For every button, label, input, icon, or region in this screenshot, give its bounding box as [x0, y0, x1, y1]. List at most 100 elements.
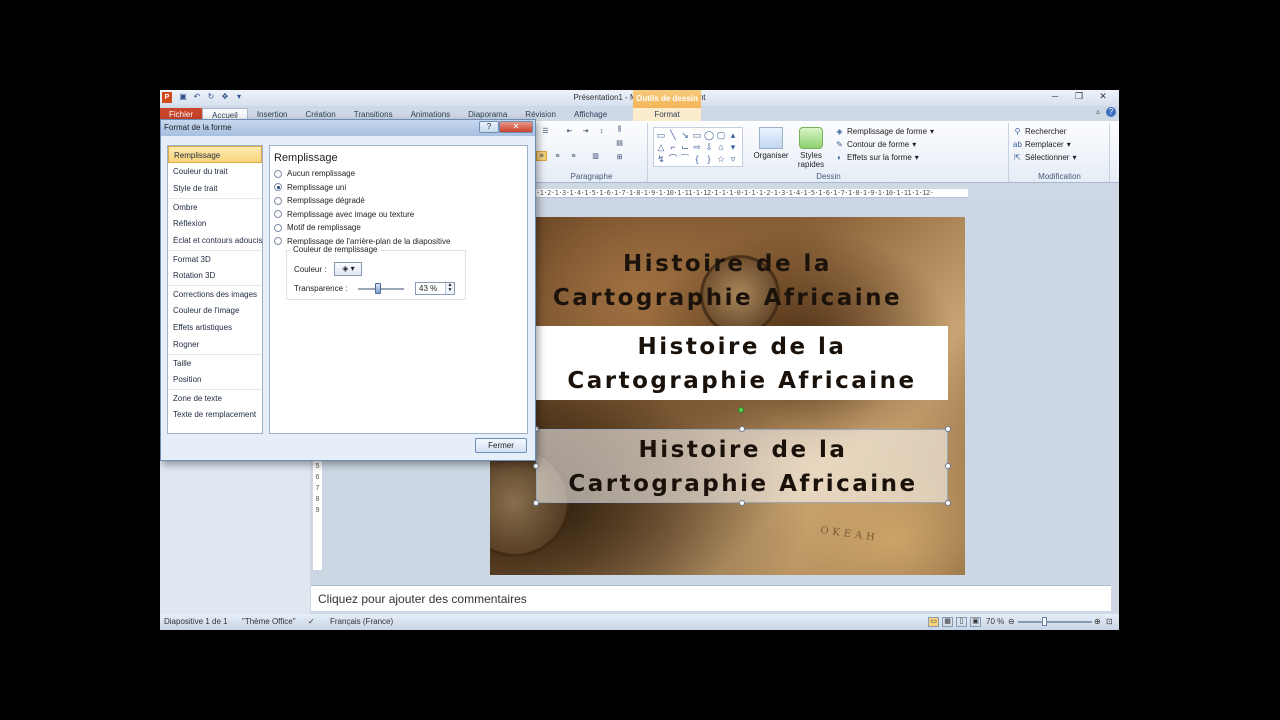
- curved-connector-icon[interactable]: ⌙: [679, 141, 691, 153]
- line-spacing-icon[interactable]: ↕: [596, 126, 607, 136]
- title-box-transparent[interactable]: Histoire de la Cartographie Africaine: [536, 429, 948, 503]
- align-right-icon[interactable]: ≡: [568, 151, 579, 161]
- category-picture-color[interactable]: Couleur de l'image: [168, 302, 262, 319]
- option-picture-fill[interactable]: Remplissage avec image ou texture: [270, 208, 527, 222]
- transparency-spinner[interactable]: ▲ ▼: [445, 283, 454, 294]
- title-background-text[interactable]: Histoire de la Cartographie Africaine: [490, 247, 965, 315]
- option-no-fill[interactable]: Aucun remplissage: [270, 167, 527, 181]
- curve-shape-icon[interactable]: ⌒: [667, 153, 679, 165]
- title-box-white[interactable]: Histoire de la Cartographie Africaine: [536, 326, 948, 400]
- right-arrow-shape-icon[interactable]: ⇨: [691, 141, 703, 153]
- replace-button[interactable]: ab Remplacer ▾: [1013, 140, 1077, 149]
- decrease-indent-icon[interactable]: ⇤: [564, 126, 575, 136]
- callout-shape-icon[interactable]: ⌂: [715, 141, 727, 153]
- zoom-slider[interactable]: [1018, 621, 1092, 623]
- arc-shape-icon[interactable]: ⁀: [679, 153, 691, 165]
- comments-area[interactable]: Cliquez pour ajouter des commentaires: [311, 585, 1111, 611]
- text-direction-icon[interactable]: ⫼: [614, 124, 625, 134]
- category-position[interactable]: Position: [168, 371, 262, 388]
- rectangle-shape-icon[interactable]: ▭: [691, 129, 703, 141]
- gallery-scroll-icon[interactable]: ▾: [727, 141, 739, 153]
- star-shape-icon[interactable]: ☆: [715, 153, 727, 165]
- brace-left-shape-icon[interactable]: {: [691, 153, 703, 165]
- expand-gallery-icon[interactable]: ▿: [727, 153, 739, 165]
- elbow-connector-icon[interactable]: ⌐: [667, 141, 679, 153]
- category-reflection[interactable]: Réflexion: [168, 215, 262, 232]
- resize-handle[interactable]: [533, 500, 539, 506]
- down-arrow-shape-icon[interactable]: ⇩: [703, 141, 715, 153]
- language[interactable]: Français (France): [330, 614, 393, 630]
- transparency-input[interactable]: 43 % ▲ ▼: [415, 282, 455, 295]
- find-button[interactable]: ⚲ Rechercher: [1013, 127, 1077, 136]
- category-size[interactable]: Taille: [168, 354, 262, 371]
- slide-canvas[interactable]: OKEAH Histoire de la Cartographie Africa…: [490, 217, 965, 575]
- maximize-button[interactable]: ❐: [1067, 90, 1091, 104]
- tab-format[interactable]: Format: [633, 108, 701, 121]
- normal-view-button[interactable]: ▭: [928, 617, 939, 627]
- close-dialog-button[interactable]: Fermer: [475, 438, 527, 453]
- vertical-ruler[interactable]: 4 5 6 7 8 9: [313, 450, 322, 570]
- radio-solid-fill[interactable]: [274, 183, 282, 192]
- minimize-button[interactable]: ─: [1043, 90, 1067, 104]
- category-alt-text[interactable]: Texte de remplacement: [168, 406, 262, 423]
- radio-gradient-fill[interactable]: [274, 196, 282, 205]
- dialog-close-button[interactable]: ✕: [499, 121, 533, 133]
- category-picture-corrections[interactable]: Corrections des images: [168, 285, 262, 302]
- slideshow-button[interactable]: ▣: [970, 617, 981, 627]
- option-gradient-fill[interactable]: Remplissage dégradé: [270, 194, 527, 208]
- shape-fill-button[interactable]: ◈ Remplissage de forme ▾: [835, 127, 934, 136]
- category-artistic-effects[interactable]: Effets artistiques: [168, 319, 262, 336]
- smartart-icon[interactable]: ⊞: [614, 152, 625, 162]
- transparency-slider[interactable]: [358, 288, 404, 290]
- option-pattern-fill[interactable]: Motif de remplissage: [270, 221, 527, 235]
- zoom-in-icon[interactable]: ⊕: [1094, 614, 1101, 630]
- category-line-style[interactable]: Style de trait: [168, 180, 262, 197]
- arrow-shape-icon[interactable]: ↘: [679, 129, 691, 141]
- fit-to-window-icon[interactable]: ⊡: [1106, 614, 1113, 630]
- textbox-shape-icon[interactable]: ▭: [655, 129, 667, 141]
- freeform-shape-icon[interactable]: ↯: [655, 153, 667, 165]
- tab-view[interactable]: Affichage: [565, 108, 616, 121]
- transparency-slider-thumb[interactable]: [375, 283, 381, 294]
- close-window-button[interactable]: ✕: [1091, 90, 1115, 104]
- category-text-box[interactable]: Zone de texte: [168, 389, 262, 406]
- theme-name[interactable]: "Thème Office": [242, 614, 296, 630]
- resize-handle[interactable]: [739, 500, 745, 506]
- option-solid-fill[interactable]: Remplissage uni: [270, 181, 527, 195]
- triangle-shape-icon[interactable]: △: [655, 141, 667, 153]
- radio-picture-fill[interactable]: [274, 210, 282, 219]
- arrange-button[interactable]: Organiser: [753, 127, 789, 160]
- horizontal-ruler[interactable]: ·1·2·1·3·1·4·1·5·1·6·1·7·1·8·1·9·1·10·1·…: [536, 189, 968, 198]
- reading-view-button[interactable]: ▯: [956, 617, 967, 627]
- category-line-color[interactable]: Couleur du trait: [168, 163, 262, 180]
- category-crop[interactable]: Rogner: [168, 336, 262, 353]
- dialog-help-button[interactable]: ?: [479, 121, 499, 133]
- spellcheck-icon[interactable]: ✓: [308, 614, 315, 630]
- bullets-icon[interactable]: ☰: [540, 126, 551, 136]
- category-3d-format[interactable]: Format 3D: [168, 250, 262, 267]
- resize-handle[interactable]: [739, 426, 745, 432]
- shapes-gallery[interactable]: ▭ ╲ ↘ ▭ ◯ ▢ ▴ △ ⌐ ⌙ ⇨ ⇩ ⌂ ▾ ↯ ⌒ ⁀ { } ☆: [653, 127, 743, 167]
- category-glow-soft-edges[interactable]: Éclat et contours adoucis: [168, 232, 262, 249]
- color-picker-button[interactable]: ◈ ▾: [334, 262, 363, 276]
- columns-icon[interactable]: ▥: [590, 151, 601, 161]
- align-center-icon[interactable]: ≡: [552, 151, 563, 161]
- minimize-ribbon-icon[interactable]: ▵: [1093, 107, 1103, 117]
- oval-shape-icon[interactable]: ◯: [703, 129, 715, 141]
- increase-indent-icon[interactable]: ⇥: [580, 126, 591, 136]
- align-text-icon[interactable]: ▤: [614, 138, 625, 148]
- resize-handle[interactable]: [945, 500, 951, 506]
- category-3d-rotation[interactable]: Rotation 3D: [168, 267, 262, 284]
- shape-effects-button[interactable]: ◐ Effets sur la forme ▾: [835, 153, 934, 162]
- select-button[interactable]: ⇱ Sélectionner ▾: [1013, 153, 1076, 162]
- rotation-handle[interactable]: [738, 407, 744, 413]
- slide-sorter-button[interactable]: ▦: [942, 617, 953, 627]
- line-shape-icon[interactable]: ╲: [667, 129, 679, 141]
- resize-handle[interactable]: [533, 463, 539, 469]
- radio-background-fill[interactable]: [274, 237, 282, 246]
- zoom-level[interactable]: 70 %: [986, 614, 1004, 630]
- rounded-rect-shape-icon[interactable]: ▢: [715, 129, 727, 141]
- zoom-slider-thumb[interactable]: [1042, 617, 1047, 626]
- resize-handle[interactable]: [945, 463, 951, 469]
- more-shapes-icon[interactable]: ▴: [727, 129, 739, 141]
